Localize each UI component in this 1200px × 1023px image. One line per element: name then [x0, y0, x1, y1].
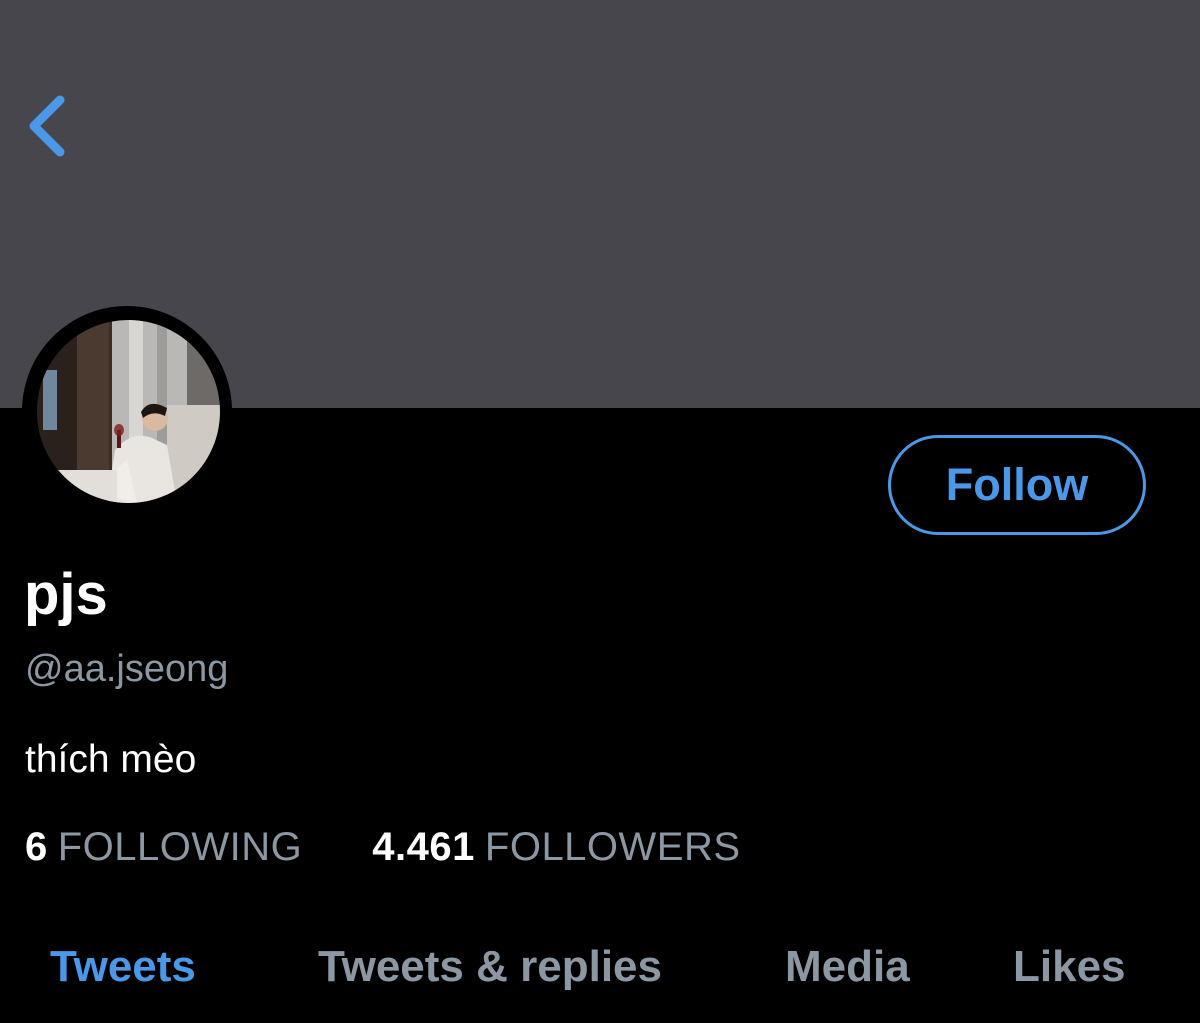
avatar-photo	[37, 320, 220, 503]
following-label: FOLLOWING	[57, 824, 303, 869]
tab-tweets-and-replies[interactable]: Tweets & replies	[318, 935, 662, 999]
profile-stats: 6 FOLLOWING 4.461 FOLLOWERS	[25, 822, 741, 872]
profile-bio: thích mèo	[25, 738, 197, 781]
chevron-left-icon	[29, 95, 65, 157]
tab-likes[interactable]: Likes	[1013, 935, 1126, 999]
followers-stat[interactable]: 4.461 FOLLOWERS	[372, 825, 740, 870]
back-button[interactable]	[14, 86, 78, 166]
profile-tabs: Tweets Tweets & replies Media Likes	[0, 935, 1200, 999]
followers-label: FOLLOWERS	[484, 824, 741, 869]
following-stat[interactable]: 6 FOLLOWING	[25, 825, 302, 870]
username-handle: @aa.jseong	[25, 648, 229, 690]
display-name: pjs	[24, 562, 108, 627]
avatar[interactable]	[37, 320, 220, 503]
tab-tweets[interactable]: Tweets	[50, 935, 196, 999]
follow-button[interactable]: Follow	[888, 435, 1146, 535]
tab-media[interactable]: Media	[785, 935, 910, 999]
profile-screen: Follow pjs @aa.jseong thích mèo 6 FOLLOW…	[0, 0, 1200, 1023]
following-count: 6	[25, 824, 48, 869]
followers-count: 4.461	[372, 824, 475, 869]
